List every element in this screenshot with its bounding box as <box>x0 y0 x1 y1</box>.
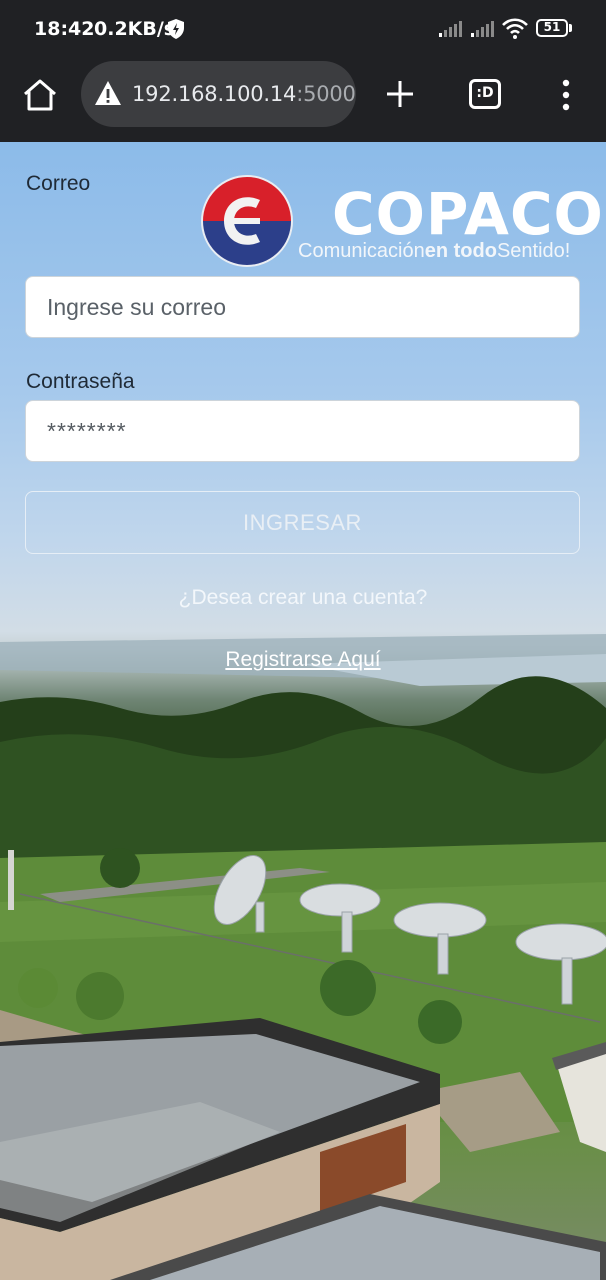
url-host: 192.168.100.14 <box>132 82 297 106</box>
new-tab-icon[interactable] <box>384 78 416 110</box>
more-menu-icon[interactable] <box>556 78 576 112</box>
password-field[interactable] <box>25 400 580 462</box>
tab-switcher-label: :D <box>476 85 494 101</box>
email-label: Correo <box>26 172 91 195</box>
brand-name: COPACO <box>332 180 604 248</box>
status-bar: 18:42 0.2KB/s 51 <box>0 0 606 58</box>
brand-tagline: Comunicaciónen todoSentido! <box>298 240 570 263</box>
copaco-logo-icon <box>201 175 293 267</box>
login-page: COPACO Comunicaciónen todoSentido! Corre… <box>0 142 606 1280</box>
url-port: :5000 <box>296 82 356 106</box>
warning-icon[interactable] <box>94 80 122 106</box>
status-network-speed: 0.2KB/s <box>94 18 176 40</box>
shield-bolt-icon <box>168 19 184 39</box>
cell-signal-icon <box>471 21 494 37</box>
battery-tip <box>569 24 572 32</box>
cell-signal-icon <box>439 21 462 37</box>
tagline-part1: Comunicación <box>298 240 425 262</box>
url-text[interactable]: 192.168.100.14:5000 <box>132 82 356 106</box>
tagline-part3: Sentido! <box>496 240 571 262</box>
wifi-icon <box>502 18 528 39</box>
login-button[interactable]: INGRESAR <box>25 491 580 554</box>
email-field[interactable] <box>25 276 580 338</box>
status-time: 18:42 <box>34 18 95 40</box>
battery-level: 51 <box>543 20 561 34</box>
tagline-part2: en todo <box>424 240 497 262</box>
password-label: Contraseña <box>26 370 135 393</box>
home-icon[interactable] <box>22 78 58 112</box>
register-link[interactable]: Registrarse Aquí <box>0 648 606 672</box>
signup-prompt: ¿Desea crear una cuenta? <box>178 586 428 609</box>
